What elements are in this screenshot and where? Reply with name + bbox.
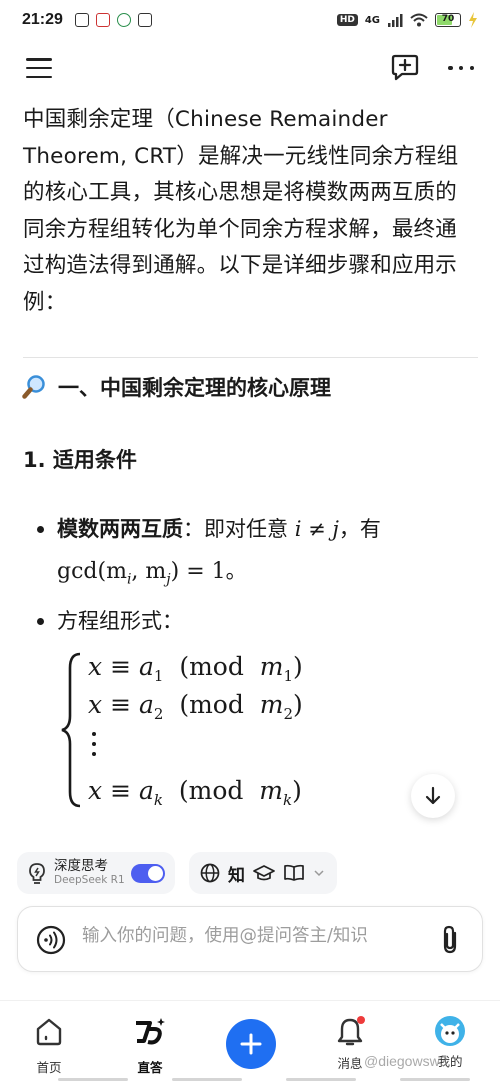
watermark: @diegowsw3 — [364, 1053, 448, 1069]
subsection-title: 1. 适用条件 — [23, 448, 137, 472]
section-title: 一、中国剩余定理的核心原理 — [58, 376, 331, 400]
divider — [23, 357, 478, 358]
avatar-icon — [435, 1016, 465, 1046]
network-label: 4G — [364, 14, 380, 26]
vertical-dots — [92, 732, 98, 762]
app-notification-icon — [74, 13, 89, 27]
unread-dot — [357, 1016, 365, 1024]
lightbulb-icon — [29, 863, 45, 884]
hd-badge: HD — [336, 14, 358, 26]
globe-icon — [200, 863, 220, 883]
knowledge-label: 知 — [228, 865, 245, 886]
gesture-bar — [0, 1078, 500, 1083]
arrow-down-icon — [425, 786, 441, 805]
section-heading: 一、中国剩余定理的核心原理 — [22, 372, 331, 402]
app-bar — [0, 48, 500, 92]
equation-2: x ≡ a2 (mod m2) — [88, 690, 303, 723]
bullet-system-form: 方程组形式： — [35, 600, 475, 642]
charging-icon — [469, 12, 477, 28]
more-icon[interactable] — [448, 58, 474, 78]
deep-think-toggle-chip[interactable]: 深度思考 DeepSeek R1 — [17, 852, 175, 894]
menu-icon[interactable] — [26, 56, 52, 80]
input-toolbar: 深度思考 DeepSeek R1 知 — [17, 852, 487, 894]
status-right: HD 4G 70 — [336, 12, 478, 28]
bullet-bold-term: 模数两两互质 — [57, 517, 183, 541]
zhida-logo-icon — [136, 1018, 165, 1045]
new-chat-icon[interactable] — [390, 52, 420, 82]
signal-icon — [388, 14, 403, 27]
math-gcd: gcd(mi, mj) = 1 — [57, 559, 226, 588]
left-brace — [61, 652, 81, 808]
scroll-to-bottom-button[interactable] — [411, 774, 455, 818]
paperclip-icon[interactable] — [438, 924, 464, 956]
plus-icon — [240, 1033, 262, 1055]
nav-zhida-label: 直答 — [137, 1060, 163, 1075]
intro-paragraph: 中国剩余定理（Chinese Remainder Theorem, CRT）是解… — [23, 107, 459, 315]
deep-think-model: DeepSeek R1 — [54, 874, 125, 886]
status-time: 21:29 — [22, 11, 63, 28]
app-notification-icon — [116, 13, 131, 27]
battery-icon: 70 — [435, 13, 461, 27]
question-input[interactable] — [82, 926, 432, 946]
status-bar: 21:29 HD 4G 70 — [0, 0, 500, 40]
magnifier-icon — [22, 375, 45, 399]
bullet-list: 模数两两互质：即对任意 i ≠ j，有 gcd(mi, mj) = 1。 方程组… — [35, 508, 475, 642]
nav-home[interactable]: 首页 — [19, 1016, 79, 1076]
nav-home-label: 首页 — [36, 1060, 62, 1075]
bottom-nav: 首页 直答 消息 我的 — [0, 1000, 500, 1083]
answer-content: 中国剩余定理（Chinese Remainder Theorem, CRT）是解… — [23, 102, 478, 321]
bullet-coprime: 模数两两互质：即对任意 i ≠ j，有 gcd(mi, mj) = 1。 — [35, 508, 475, 600]
search-source-chip[interactable]: 知 — [189, 852, 337, 894]
graduation-cap-icon — [253, 865, 275, 881]
deep-think-switch[interactable] — [131, 864, 165, 883]
home-icon — [36, 1018, 62, 1046]
math-condition: i ≠ j — [294, 517, 339, 541]
nav-zhida[interactable]: 直答 — [120, 1016, 180, 1076]
equation-1: x ≡ a1 (mod m1) — [88, 652, 303, 685]
question-input-box[interactable] — [17, 906, 483, 972]
send-notification-icon — [137, 13, 152, 27]
create-button[interactable] — [226, 1019, 276, 1069]
equation-k: x ≡ ak (mod mk) — [88, 776, 302, 809]
chevron-down-icon — [314, 870, 324, 877]
equation-system: x ≡ a1 (mod m1) x ≡ a2 (mod m2) x ≡ ak (… — [58, 650, 358, 810]
voice-input-icon[interactable] — [36, 925, 66, 955]
app-notification-icon — [95, 13, 110, 27]
wifi-icon — [410, 13, 428, 27]
notification-icons — [74, 13, 152, 27]
deep-think-title: 深度思考 — [54, 858, 108, 874]
book-icon — [284, 864, 304, 881]
